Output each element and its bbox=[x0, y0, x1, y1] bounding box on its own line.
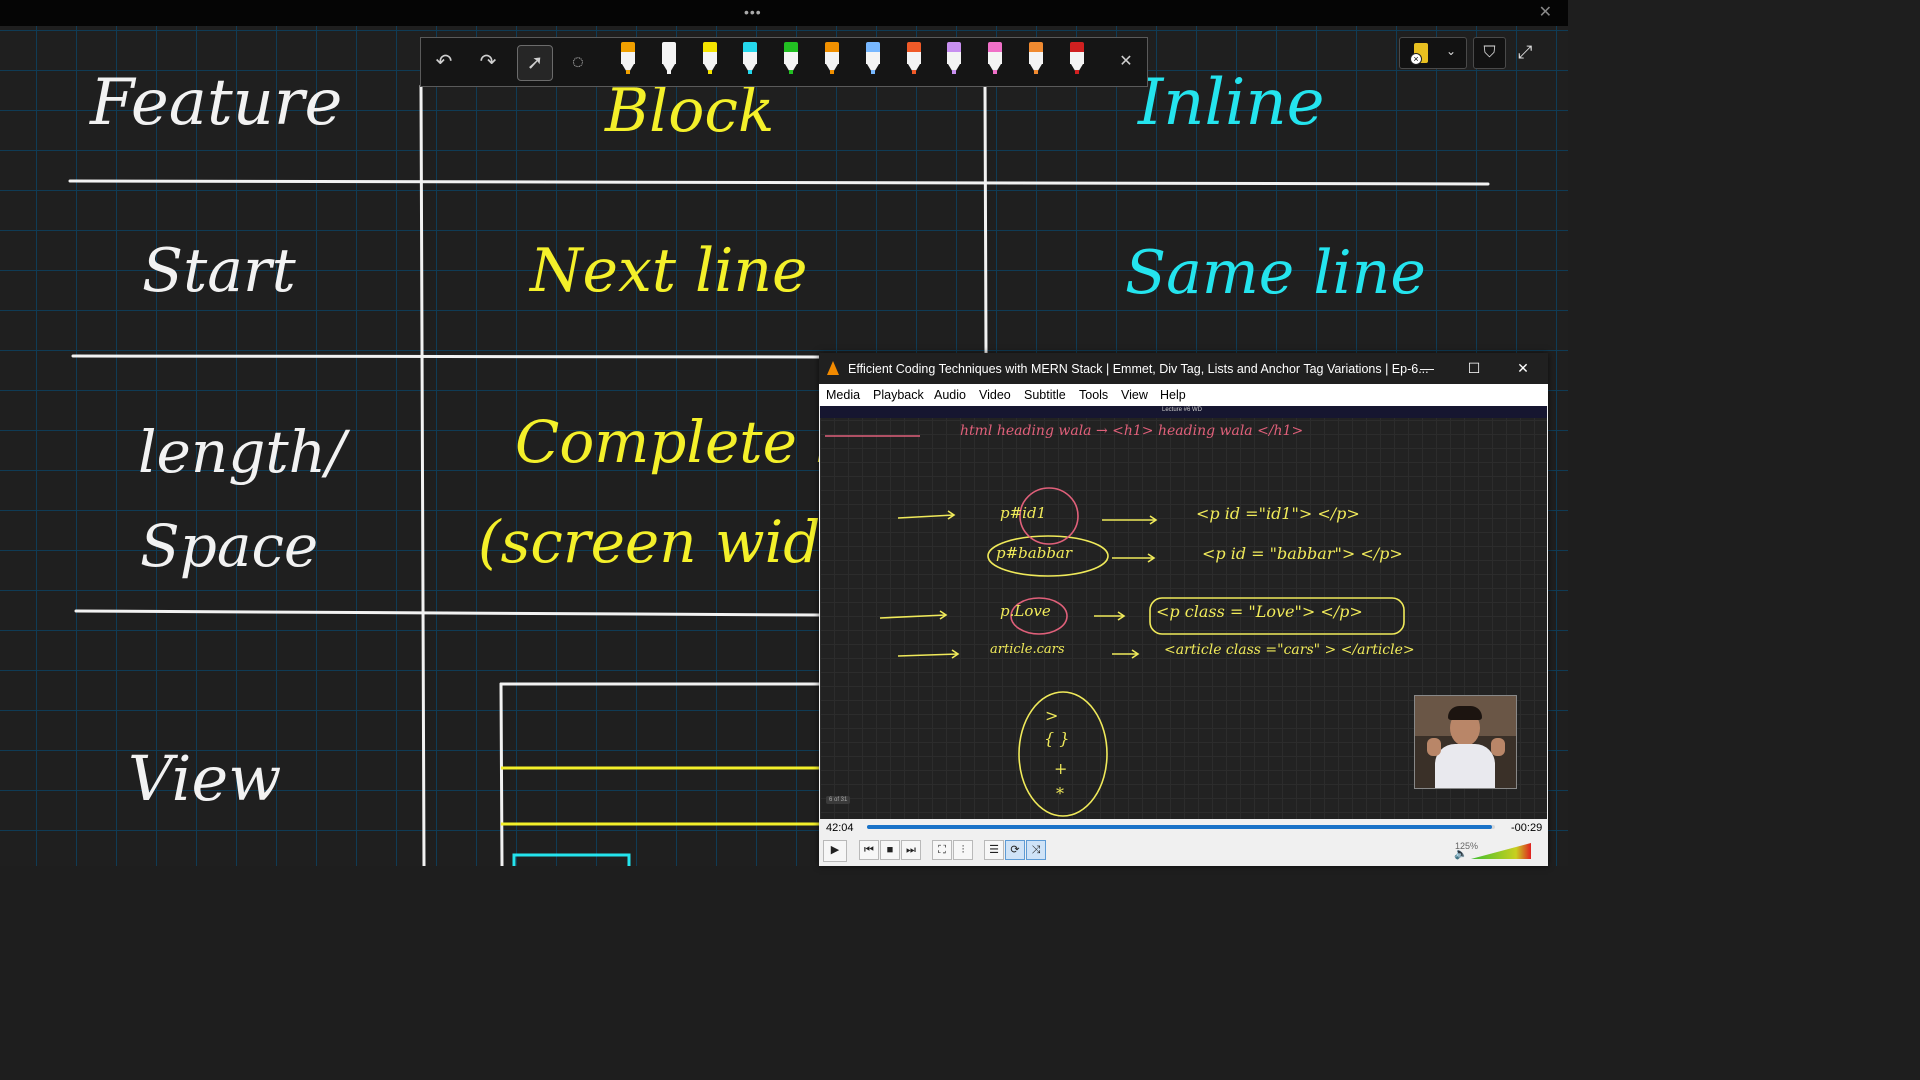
eraser-dropdown[interactable]: × ⌄ bbox=[1399, 37, 1467, 69]
elapsed-time: 42:04 bbox=[826, 822, 854, 834]
inline-same-line: Same line bbox=[1125, 238, 1426, 308]
chevron-down-icon: ⌄ bbox=[1446, 44, 1457, 58]
seek-bar-fill bbox=[867, 825, 1492, 829]
pen-4-icon[interactable] bbox=[743, 42, 758, 76]
video-line-right-4: <article class ="cars" > </article> bbox=[1164, 642, 1415, 658]
next-button[interactable]: ⏭ bbox=[901, 840, 921, 860]
pen-3-icon[interactable] bbox=[702, 42, 717, 76]
video-frame[interactable]: Lecture #6 WD html heading wala → <h1> h… bbox=[820, 406, 1547, 819]
video-line-left-1: p#id1 bbox=[1000, 504, 1047, 522]
pen-7-icon[interactable] bbox=[865, 42, 880, 76]
playlist-button[interactable]: ☰ bbox=[984, 840, 1004, 860]
undo-icon[interactable]: ↶ bbox=[427, 45, 461, 79]
pen-toolbar: ↶ ↷ ➚ ◌ ✕ bbox=[420, 37, 1148, 87]
block-next-line: Next line bbox=[530, 236, 808, 306]
cursor-icon[interactable]: ➚ bbox=[517, 45, 553, 81]
symbol-gt: > bbox=[1045, 706, 1059, 725]
page-indicator: 6 of 31 bbox=[826, 796, 851, 804]
menu-media[interactable]: Media bbox=[826, 388, 860, 402]
menu-audio[interactable]: Audio bbox=[934, 388, 966, 402]
pen-10-icon[interactable] bbox=[988, 42, 1003, 76]
stop-button[interactable]: ■ bbox=[880, 840, 900, 860]
video-line-left-4: article.cars bbox=[990, 642, 1065, 657]
prev-button[interactable]: ⏮ bbox=[859, 840, 879, 860]
video-line-right-1: <p id ="id1"> </p> bbox=[1196, 504, 1360, 523]
expand-icon[interactable]: ⤢ bbox=[1518, 42, 1532, 63]
menu-video[interactable]: Video bbox=[979, 388, 1011, 402]
pen-mode-button[interactable]: ⛉ bbox=[1473, 37, 1506, 69]
vlc-titlebar[interactable]: Efficient Coding Techniques with MERN St… bbox=[819, 353, 1548, 384]
redo-icon[interactable]: ↷ bbox=[471, 45, 505, 79]
vlc-controls: 42:04 -00:29 ▶ ⏮ ■ ⏭ ⛶ ⫶ ☰ ⟳ ⤨ 🔈 125% bbox=[819, 819, 1548, 866]
play-button[interactable]: ▶ bbox=[823, 840, 847, 862]
thumbs-up-left-icon bbox=[1427, 738, 1441, 756]
menu-help[interactable]: Help bbox=[1160, 388, 1186, 402]
pen-1-icon[interactable] bbox=[621, 42, 635, 76]
vlc-menubar: Media Playback Audio Video Subtitle Tool… bbox=[819, 384, 1548, 406]
thumbs-up-right-icon bbox=[1491, 738, 1505, 756]
heading-inline: Inline bbox=[1138, 66, 1325, 140]
menu-view[interactable]: View bbox=[1121, 388, 1148, 402]
window-topbar: ••• ✕ bbox=[0, 0, 1568, 26]
fullscreen-button[interactable]: ⛶ bbox=[932, 840, 952, 860]
video-line-left-2: p#babbar bbox=[996, 544, 1073, 562]
volume-slider[interactable] bbox=[1471, 843, 1531, 859]
seek-bar[interactable] bbox=[867, 825, 1495, 829]
video-line-right-2: <p id = "babbar"> </p> bbox=[1202, 544, 1403, 563]
menu-subtitle[interactable]: Subtitle bbox=[1024, 388, 1066, 402]
video-line-right-3: <p class = "Love"> </p> bbox=[1156, 602, 1363, 621]
pen-8-icon[interactable] bbox=[906, 42, 921, 76]
menu-tools[interactable]: Tools bbox=[1079, 388, 1108, 402]
loop-button[interactable]: ⟳ bbox=[1005, 840, 1025, 860]
minimize-button[interactable]: — bbox=[1413, 357, 1441, 379]
maximize-button[interactable]: ☐ bbox=[1460, 357, 1488, 379]
vlc-window[interactable]: Efficient Coding Techniques with MERN St… bbox=[819, 353, 1548, 866]
symbol-star: * bbox=[1056, 784, 1064, 803]
presenter-body bbox=[1435, 744, 1495, 788]
pen-2-icon[interactable] bbox=[661, 42, 676, 76]
more-dots-icon[interactable]: ••• bbox=[744, 4, 762, 20]
symbol-braces: { } bbox=[1044, 729, 1070, 748]
feature-view: View bbox=[128, 742, 282, 815]
feature-start: Start bbox=[142, 236, 296, 306]
webcam-thumbnail bbox=[1414, 695, 1517, 789]
pen-12-icon[interactable] bbox=[1069, 42, 1084, 76]
feature-length: length/ bbox=[138, 418, 346, 486]
vlc-title: Efficient Coding Techniques with MERN St… bbox=[848, 362, 1429, 376]
remaining-time: -00:29 bbox=[1511, 822, 1543, 834]
close-icon[interactable]: ✕ bbox=[1109, 45, 1143, 79]
lasso-icon[interactable]: ◌ bbox=[561, 45, 595, 79]
heading-feature: Feature bbox=[90, 66, 343, 140]
pen-9-icon[interactable] bbox=[947, 42, 962, 76]
no-icon: × bbox=[1410, 53, 1422, 65]
extended-settings-button[interactable]: ⫶ bbox=[953, 840, 973, 860]
presenter-hair bbox=[1448, 706, 1482, 720]
pen-6-icon[interactable] bbox=[825, 42, 839, 76]
video-line-left-3: p.Love bbox=[1000, 602, 1051, 620]
feature-space: Space bbox=[140, 512, 319, 580]
window-close-button[interactable]: ✕ bbox=[1539, 2, 1552, 22]
vlc-cone-icon bbox=[827, 361, 839, 375]
pen-11-icon[interactable] bbox=[1029, 42, 1043, 76]
shuffle-button[interactable]: ⤨ bbox=[1026, 840, 1046, 860]
pen-5-icon[interactable] bbox=[784, 42, 799, 76]
symbol-plus: + bbox=[1054, 759, 1068, 778]
menu-playback[interactable]: Playback bbox=[873, 388, 924, 402]
vlc-close-button[interactable]: ✕ bbox=[1509, 357, 1537, 379]
